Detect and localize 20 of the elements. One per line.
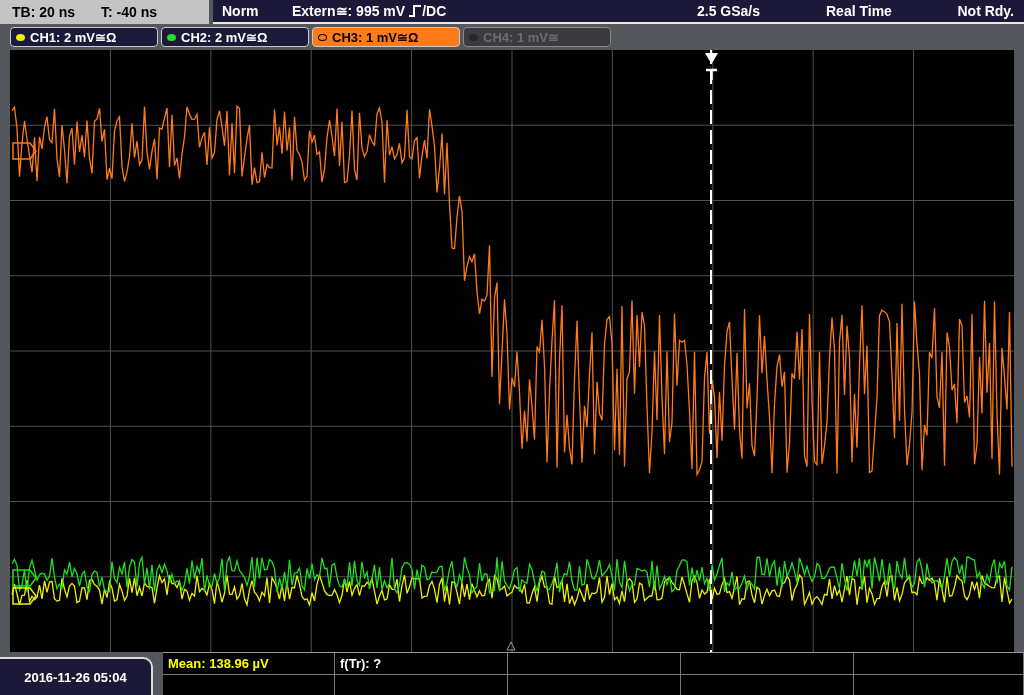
channel-tab[interactable]: CH1: 2 mV≅Ω: [10, 27, 158, 47]
channel-dot-icon: [318, 33, 327, 41]
trigger-time-label: T: -40 ns: [101, 4, 158, 20]
channel-tab[interactable]: CH3: 1 mV≅Ω: [312, 27, 460, 47]
channel-marker-icon: [12, 587, 37, 605]
coupling-label: /DC: [422, 3, 447, 19]
channel-marker-icon: [12, 569, 37, 587]
date-time-label: 2016-11-26 05:04: [0, 657, 153, 695]
sample-rate-label: 2.5 GSa/s: [697, 3, 762, 19]
trigger-marker-icon: [704, 53, 719, 82]
acquisition-mode-label: Real Time: [826, 3, 893, 19]
channel-marker-icon: [12, 142, 37, 160]
channel-tab[interactable]: CH2: 2 mV≅Ω: [161, 27, 309, 47]
status-label: Not Rdy.: [957, 3, 1015, 19]
measurement-value: Mean: 138.96 µV: [168, 656, 269, 671]
trigger-mode-label: Norm: [222, 3, 260, 19]
measurement-value: f(Tr): ?: [340, 656, 382, 671]
rising-edge-icon: [408, 4, 423, 18]
trigger-level-label: Extern≅: 995 mV: [292, 3, 406, 19]
timebase-label: TB: 20 ns: [12, 4, 75, 20]
